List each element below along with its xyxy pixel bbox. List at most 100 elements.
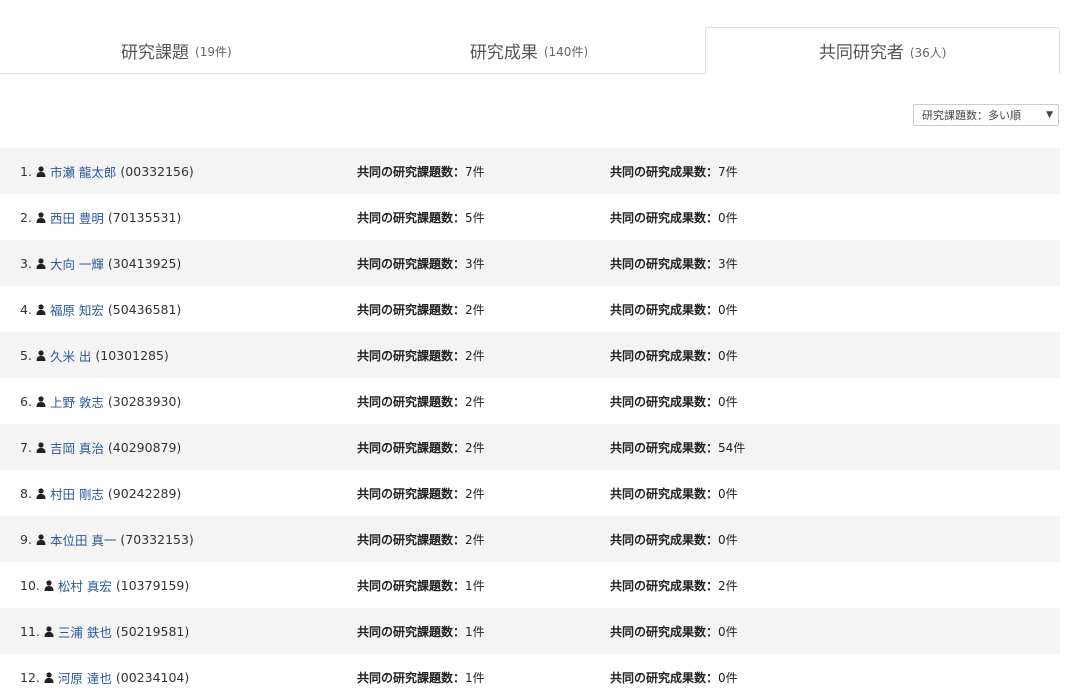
shared-results-count: 共同の研究成果数：0件 <box>610 393 738 410</box>
shared-projects-label: 共同の研究課題数： <box>357 164 466 179</box>
shared-projects-count: 共同の研究課題数：2件 <box>357 485 485 502</box>
researcher-name-link[interactable]: 大向 一輝 <box>50 254 104 273</box>
table-row: 4. 福原 知宏 (50436581) 共同の研究課題数：2件 共同の研究成果数：0件 <box>0 286 1060 332</box>
shared-results-value: 54件 <box>718 440 746 455</box>
shared-results-value: 0件 <box>718 670 738 685</box>
person-icon <box>36 257 46 269</box>
researcher-id: (70135531) <box>107 209 182 225</box>
shared-results-count: 共同の研究成果数：0件 <box>610 301 738 318</box>
shared-results-value: 0件 <box>718 348 738 363</box>
table-row: 6. 上野 敦志 (30283930) 共同の研究課題数：2件 共同の研究成果数：0件 <box>0 378 1060 424</box>
shared-results-count: 共同の研究成果数：54件 <box>610 439 745 456</box>
tab-label: 共同研究者 <box>818 43 904 63</box>
tab-count: (140件) <box>543 45 589 59</box>
tab-research-projects[interactable]: 研究課題 (19件) <box>0 27 353 73</box>
researcher-name-link[interactable]: 河原 達也 <box>58 668 112 687</box>
row-index: 1. <box>20 163 32 179</box>
shared-results-value: 0件 <box>718 394 738 409</box>
tab-count: (19件) <box>195 45 232 59</box>
person-icon <box>36 165 46 177</box>
researcher-entry: 2. 西田 豊明 (70135531) <box>20 208 181 227</box>
tab-count: (36人) <box>909 45 947 60</box>
researcher-name-link[interactable]: 市瀬 龍太郎 <box>50 162 116 181</box>
researcher-id: (90242289) <box>107 485 182 501</box>
shared-results-count: 共同の研究成果数：2件 <box>610 577 738 594</box>
shared-projects-label: 共同の研究課題数： <box>357 578 466 593</box>
researcher-entry: 9. 本位田 真一 (70332153) <box>20 530 194 549</box>
shared-results-label: 共同の研究成果数： <box>610 302 719 317</box>
shared-projects-label: 共同の研究課題数： <box>357 394 466 409</box>
table-row: 9. 本位田 真一 (70332153) 共同の研究課題数：2件 共同の研究成果数：0件 <box>0 516 1060 562</box>
shared-projects-value: 2件 <box>465 348 485 363</box>
shared-projects-value: 1件 <box>465 624 485 639</box>
shared-projects-label: 共同の研究課題数： <box>357 486 466 501</box>
shared-results-count: 共同の研究成果数：0件 <box>610 209 738 226</box>
shared-results-label: 共同の研究成果数： <box>610 624 719 639</box>
person-icon <box>36 487 46 499</box>
researcher-id: (70332153) <box>120 531 194 547</box>
sort-select[interactable]: 研究課題数：多い順 ▼ <box>913 104 1059 126</box>
shared-projects-value: 1件 <box>465 578 485 593</box>
researcher-id: (50436581) <box>107 301 182 317</box>
table-row: 1. 市瀬 龍太郎 (00332156) 共同の研究課題数：7件 共同の研究成果数：7件 <box>0 148 1060 194</box>
researcher-id: (00234104) <box>115 669 190 685</box>
row-index: 11. <box>20 623 40 639</box>
researcher-name-link[interactable]: 西田 豊明 <box>50 208 104 227</box>
shared-results-count: 共同の研究成果数：0件 <box>610 485 738 502</box>
person-icon <box>44 625 54 637</box>
shared-projects-value: 2件 <box>465 486 485 501</box>
researcher-id: (50219581) <box>115 623 190 639</box>
researcher-id: (30413925) <box>107 255 182 271</box>
person-icon <box>36 349 46 361</box>
researcher-name-link[interactable]: 久米 出 <box>50 346 91 365</box>
researcher-id: (30283930) <box>107 393 182 409</box>
shared-results-label: 共同の研究成果数： <box>610 578 719 593</box>
row-index: 12. <box>20 669 40 685</box>
researcher-id: (10301285) <box>95 347 169 363</box>
researcher-name-link[interactable]: 村田 剛志 <box>50 484 104 503</box>
chevron-down-icon: ▼ <box>1046 110 1053 120</box>
shared-projects-label: 共同の研究課題数： <box>357 624 466 639</box>
shared-results-label: 共同の研究成果数： <box>610 670 719 685</box>
table-row: 2. 西田 豊明 (70135531) 共同の研究課題数：5件 共同の研究成果数：0件 <box>0 194 1060 240</box>
person-icon <box>36 303 46 315</box>
researcher-name-link[interactable]: 松村 真宏 <box>58 576 112 595</box>
researcher-name-link[interactable]: 三浦 鉄也 <box>58 622 112 641</box>
researcher-name-link[interactable]: 吉岡 真治 <box>50 438 104 457</box>
person-icon <box>36 211 46 223</box>
researcher-entry: 12. 河原 達也 (00234104) <box>20 668 189 687</box>
shared-projects-label: 共同の研究課題数： <box>357 210 466 225</box>
researcher-id: (40290879) <box>107 439 182 455</box>
sort-selected-value: 研究課題数：多い順 <box>922 109 1021 122</box>
researcher-name-link[interactable]: 福原 知宏 <box>50 300 104 319</box>
researcher-entry: 11. 三浦 鉄也 (50219581) <box>20 622 189 641</box>
tab-co-researchers[interactable]: 共同研究者 (36人) <box>705 27 1061 74</box>
row-index: 3. <box>20 255 32 271</box>
shared-projects-value: 7件 <box>465 164 485 179</box>
shared-projects-value: 2件 <box>465 532 485 547</box>
shared-projects-count: 共同の研究課題数：2件 <box>357 393 485 410</box>
shared-results-value: 0件 <box>718 532 738 547</box>
row-index: 2. <box>20 209 32 225</box>
shared-projects-count: 共同の研究課題数：2件 <box>357 531 485 548</box>
researcher-id: (10379159) <box>115 577 190 593</box>
researcher-entry: 8. 村田 剛志 (90242289) <box>20 484 181 503</box>
row-index: 9. <box>20 531 32 547</box>
row-index: 7. <box>20 439 32 455</box>
shared-projects-value: 1件 <box>465 670 485 685</box>
shared-projects-label: 共同の研究課題数： <box>357 302 466 317</box>
tab-research-results[interactable]: 研究成果 (140件) <box>353 27 706 73</box>
shared-projects-label: 共同の研究課題数： <box>357 348 466 363</box>
shared-results-count: 共同の研究成果数：0件 <box>610 531 738 548</box>
table-row: 10. 松村 真宏 (10379159) 共同の研究課題数：1件 共同の研究成果数：2件 <box>0 562 1060 608</box>
shared-projects-count: 共同の研究課題数：1件 <box>357 623 485 640</box>
shared-results-label: 共同の研究成果数： <box>610 256 719 271</box>
shared-results-value: 7件 <box>718 164 738 179</box>
shared-results-label: 共同の研究成果数： <box>610 532 719 547</box>
researcher-entry: 7. 吉岡 真治 (40290879) <box>20 438 181 457</box>
person-icon <box>36 395 46 407</box>
shared-projects-label: 共同の研究課題数： <box>357 670 466 685</box>
researcher-name-link[interactable]: 本位田 真一 <box>50 530 116 549</box>
researcher-name-link[interactable]: 上野 敦志 <box>50 392 104 411</box>
tab-label: 研究成果 <box>469 42 538 63</box>
